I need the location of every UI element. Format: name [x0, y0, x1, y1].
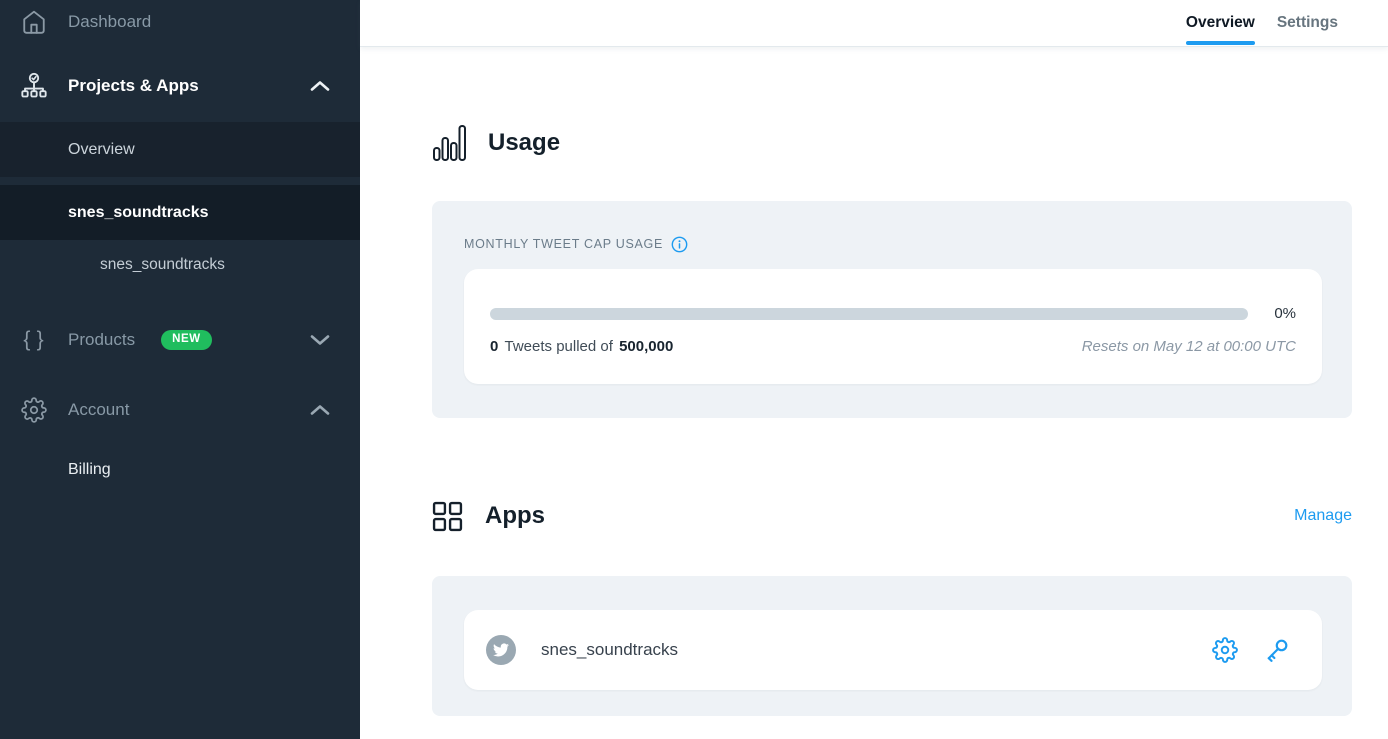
manage-link[interactable]: Manage: [1294, 507, 1352, 525]
bar-chart-icon: [432, 124, 466, 162]
sidebar-item-label: Dashboard: [68, 12, 151, 32]
curly-braces-icon: { }: [20, 326, 48, 354]
usage-panel: MONTHLY TWEET CAP USAGE: [432, 201, 1352, 418]
reset-date-text: Resets on May 12 at 00:00 UTC: [1082, 338, 1296, 355]
sidebar-item-projects-apps[interactable]: Projects & Apps: [0, 58, 360, 114]
tab-label: Overview: [1186, 14, 1255, 32]
chevron-down-icon: [310, 334, 330, 346]
main-area: Overview Settings Usage: [360, 0, 1388, 739]
new-badge: NEW: [161, 330, 212, 350]
twitter-avatar: [486, 635, 516, 665]
sidebar-item-label: Account: [68, 400, 129, 420]
app-keys-icon[interactable]: [1264, 637, 1290, 663]
sidebar-item-app-snes-soundtracks[interactable]: snes_soundtracks: [0, 240, 360, 290]
home-icon: [20, 8, 48, 36]
tweets-cap-value: 500,000: [619, 338, 673, 355]
sidebar-item-dashboard[interactable]: Dashboard: [0, 0, 360, 44]
app-settings-gear-icon[interactable]: [1212, 637, 1238, 663]
grid-icon: [432, 501, 463, 532]
tab-settings[interactable]: Settings: [1277, 0, 1338, 46]
tab-overview[interactable]: Overview: [1186, 0, 1255, 46]
sidebar-item-label: Products: [68, 330, 135, 350]
usage-title: Usage: [488, 129, 560, 157]
app-row: snes_soundtracks: [464, 610, 1322, 690]
page-content: Usage MONTHLY TWEET CAP USAGE: [360, 47, 1388, 716]
app-root: Dashboard Projects & Apps: [0, 0, 1388, 739]
tweets-pulled-count: 0: [490, 338, 498, 355]
active-tab-underline: [1186, 41, 1255, 45]
sidebar-item-label: snes_soundtracks: [68, 204, 209, 222]
info-icon[interactable]: [671, 236, 688, 253]
usage-card: 0% 0 Tweets pulled of 500,000 Resets on …: [464, 269, 1322, 384]
gear-icon: [20, 396, 48, 424]
sidebar-item-overview[interactable]: Overview: [0, 122, 360, 177]
sidebar-item-billing[interactable]: Billing: [0, 444, 360, 496]
sidebar-item-label: Projects & Apps: [68, 76, 199, 96]
sidebar-item-project-snes-soundtracks[interactable]: snes_soundtracks: [0, 185, 360, 240]
sidebar-item-products[interactable]: { } Products NEW: [0, 312, 360, 368]
chevron-up-icon: [310, 404, 330, 416]
chevron-up-icon: [310, 80, 330, 92]
sidebar-item-account[interactable]: Account: [0, 382, 360, 438]
sitemap-icon: [20, 72, 48, 100]
tab-label: Settings: [1277, 14, 1338, 32]
sidebar-item-label: snes_soundtracks: [100, 256, 225, 274]
sidebar: Dashboard Projects & Apps: [0, 0, 360, 739]
page-tabs: Overview Settings: [360, 0, 1388, 47]
tweets-pulled-text: 0 Tweets pulled of 500,000: [490, 338, 673, 355]
apps-title: Apps: [485, 502, 545, 530]
apps-panel: snes_soundtracks: [432, 576, 1352, 716]
sidebar-item-label: Billing: [68, 461, 111, 479]
tweet-cap-progress-bar: [490, 308, 1248, 320]
tweet-cap-label: MONTHLY TWEET CAP USAGE: [464, 237, 663, 251]
usage-percent: 0%: [1250, 305, 1296, 322]
usage-section-header: Usage: [432, 121, 1352, 165]
sidebar-item-label: Overview: [68, 141, 135, 159]
apps-section-header: Apps Manage: [432, 494, 1352, 538]
app-name: snes_soundtracks: [541, 640, 678, 660]
